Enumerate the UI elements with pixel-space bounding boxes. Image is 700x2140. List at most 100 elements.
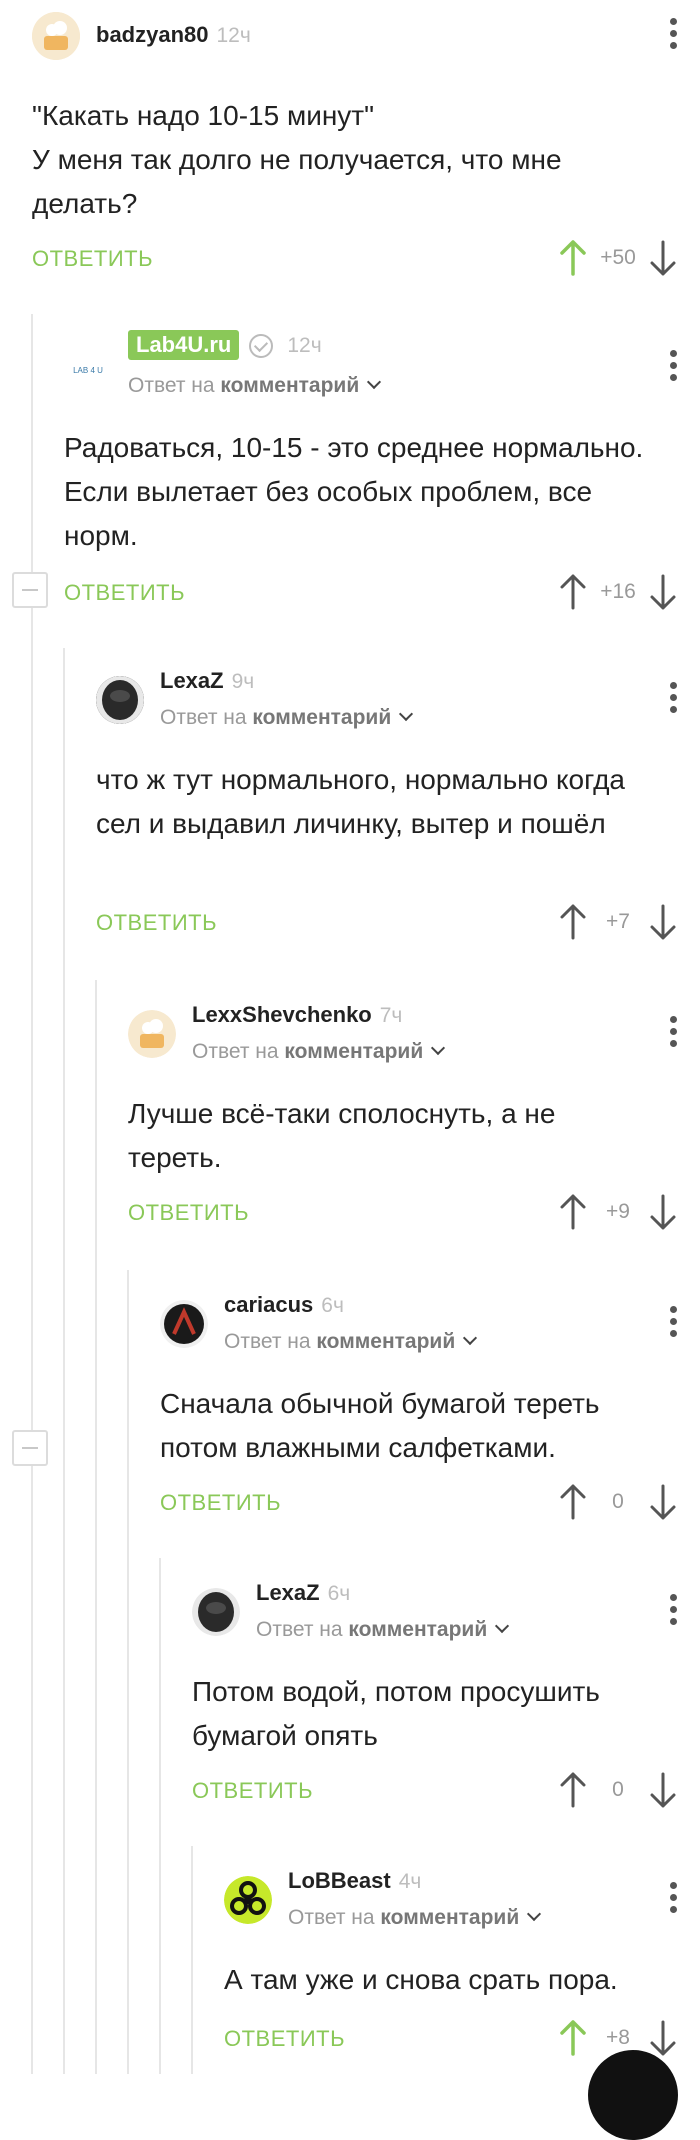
reply-button[interactable]: ОТВЕТИТЬ (96, 910, 217, 936)
comment-text: Сначала обычной бумагой тереть потом вла… (160, 1388, 600, 1463)
comment-text: Лучше всё-таки сполоснуть, а не тереть. (128, 1098, 556, 1173)
reply-to-prefix: Ответ на (160, 706, 253, 729)
username[interactable]: badzyan80 12ч (96, 22, 251, 48)
comment-text: А там уже и снова срать пора. (224, 1964, 618, 1995)
timestamp: 7ч (379, 1004, 403, 1027)
username[interactable]: LoBBeast 4ч (288, 1868, 421, 1894)
score: +7 (606, 910, 630, 933)
timestamp: 6ч (327, 1582, 351, 1605)
reply-to-target[interactable]: комментарий (284, 1040, 423, 1063)
avatar[interactable] (96, 676, 144, 724)
thread-line (127, 1270, 129, 2074)
more-options-icon[interactable] (670, 1882, 678, 1914)
reply-to-link[interactable]: Ответ на комментарий (224, 1330, 478, 1354)
thread-line (191, 1846, 193, 2074)
reply-button[interactable]: ОТВЕТИТЬ (128, 1200, 249, 1226)
downvote-icon[interactable] (646, 2018, 680, 2058)
more-options-icon[interactable] (670, 18, 678, 50)
more-options-icon[interactable] (670, 350, 678, 382)
downvote-icon[interactable] (646, 1770, 680, 1810)
reply-button[interactable]: ОТВЕТИТЬ (192, 1778, 313, 1804)
comment-text: Радоваться, 10-15 - это среднее нормальн… (64, 432, 644, 551)
downvote-icon[interactable] (646, 902, 680, 942)
chevron-down-icon[interactable] (527, 1906, 542, 1922)
username-text[interactable]: LoBBeast (288, 1868, 391, 1893)
score: +50 (600, 246, 636, 269)
reply-to-link[interactable]: Ответ на комментарий (288, 1906, 542, 1930)
username-text[interactable]: badzyan80 (96, 22, 209, 47)
username[interactable]: LexxShevchenko 7ч (192, 1002, 402, 1028)
chevron-down-icon[interactable] (399, 706, 414, 722)
username[interactable]: LexaZ 6ч (256, 1580, 350, 1606)
downvote-icon[interactable] (646, 572, 680, 612)
upvote-icon[interactable] (556, 1192, 590, 1232)
rating-bar: +9 (556, 1190, 680, 1234)
username[interactable]: Lab4U.ru 12ч (128, 330, 322, 360)
username[interactable]: LexaZ 9ч (160, 668, 254, 694)
username-text[interactable]: cariacus (224, 1292, 313, 1317)
verified-icon (249, 334, 274, 358)
rating-bar: 0 (556, 1480, 680, 1524)
rating-bar: +7 (556, 900, 680, 944)
username[interactable]: cariacus 6ч (224, 1292, 344, 1318)
reply-to-link[interactable]: Ответ на комментарий (128, 374, 382, 398)
more-options-icon[interactable] (670, 1016, 678, 1048)
username-text[interactable]: LexaZ (160, 668, 224, 693)
score: 0 (612, 1778, 624, 1801)
reply-to-prefix: Ответ на (192, 1040, 285, 1063)
chevron-down-icon[interactable] (431, 1040, 446, 1056)
more-options-icon[interactable] (670, 682, 678, 714)
reply-to-link[interactable]: Ответ на комментарий (256, 1618, 510, 1642)
reply-to-link[interactable]: Ответ на комментарий (160, 706, 414, 730)
upvote-icon[interactable] (556, 2018, 590, 2058)
chevron-down-icon[interactable] (463, 1330, 478, 1346)
comment: LexaZ 9ч Ответ на комментарий что ж тут н… (96, 652, 700, 972)
more-options-icon[interactable] (670, 1594, 678, 1626)
username-text[interactable]: LexxShevchenko (192, 1002, 372, 1027)
downvote-icon[interactable] (646, 1482, 680, 1522)
avatar[interactable]: LAB 4 U (64, 344, 112, 392)
downvote-icon[interactable] (646, 1192, 680, 1232)
comment-text: "Какать надо 10-15 минут" У меня так дол… (32, 100, 562, 219)
more-options-icon[interactable] (670, 1306, 678, 1338)
upvote-icon[interactable] (556, 572, 590, 612)
floating-action-button[interactable] (588, 2050, 678, 2140)
reply-button[interactable]: ОТВЕТИТЬ (32, 246, 153, 272)
username-badge[interactable]: Lab4U.ru (128, 330, 240, 360)
rating-bar: +16 (556, 570, 680, 614)
upvote-icon[interactable] (556, 238, 590, 278)
reply-button[interactable]: ОТВЕТИТЬ (160, 1490, 281, 1516)
collapse-thread-button[interactable] (12, 1430, 48, 1466)
timestamp: 12ч (216, 24, 251, 47)
reply-to-target[interactable]: комментарий (348, 1618, 487, 1641)
upvote-icon[interactable] (556, 1770, 590, 1810)
comment: LAB 4 U Lab4U.ru 12ч Ответ на комментарий… (64, 318, 700, 638)
score: +16 (600, 580, 636, 603)
avatar[interactable] (224, 1876, 272, 1924)
thread-line (95, 980, 97, 2074)
username-text[interactable]: LexaZ (256, 1580, 320, 1605)
reply-to-target[interactable]: комментарий (252, 706, 391, 729)
rating-bar: 0 (556, 1768, 680, 1812)
collapse-thread-button[interactable] (12, 572, 48, 608)
avatar[interactable] (160, 1300, 208, 1348)
reply-to-target[interactable]: комментарий (316, 1330, 455, 1353)
avatar[interactable] (32, 12, 80, 60)
upvote-icon[interactable] (556, 902, 590, 942)
reply-to-target[interactable]: комментарий (220, 374, 359, 397)
reply-to-target[interactable]: комментарий (380, 1906, 519, 1929)
timestamp: 9ч (231, 670, 255, 693)
downvote-icon[interactable] (646, 238, 680, 278)
avatar[interactable] (192, 1588, 240, 1636)
upvote-icon[interactable] (556, 1482, 590, 1522)
score: +8 (606, 2026, 630, 2049)
avatar[interactable] (128, 1010, 176, 1058)
chevron-down-icon[interactable] (367, 374, 382, 390)
reply-to-link[interactable]: Ответ на комментарий (192, 1040, 446, 1064)
reply-button[interactable]: ОТВЕТИТЬ (224, 2026, 345, 2052)
timestamp: 4ч (398, 1870, 422, 1893)
thread-line (63, 648, 65, 2074)
reply-button[interactable]: ОТВЕТИТЬ (64, 580, 185, 606)
chevron-down-icon[interactable] (495, 1618, 510, 1634)
reply-to-prefix: Ответ на (224, 1330, 317, 1353)
